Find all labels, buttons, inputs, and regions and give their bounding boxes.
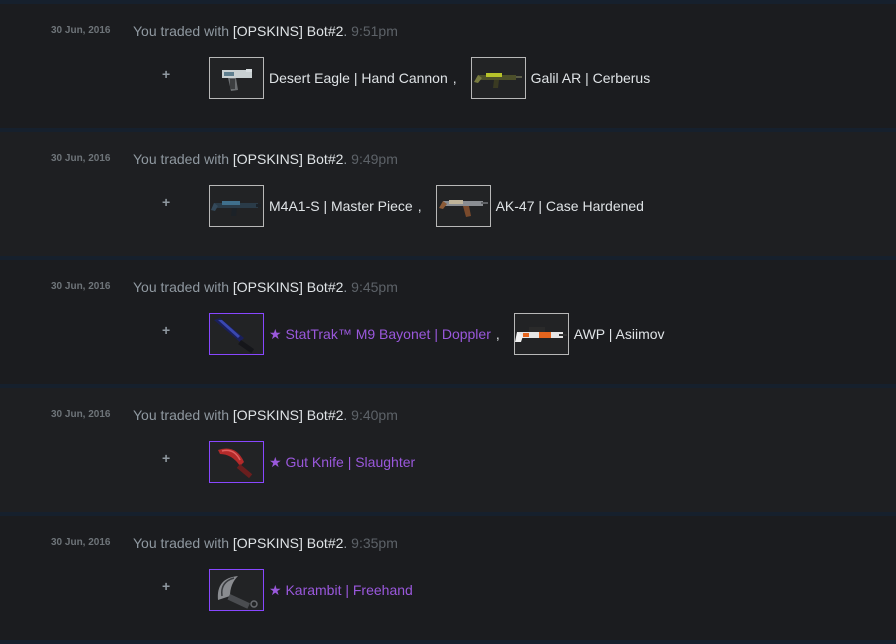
m9-bayonet-icon[interactable]	[209, 313, 264, 355]
trade-headline: You traded with [OPSKINS] Bot#2. 9:45pm	[133, 279, 398, 295]
traded-items: ★ Gut Knife | Slaughter	[209, 441, 429, 483]
traded-items: ★ Karambit | Freehand	[209, 569, 427, 611]
galil-ar-icon[interactable]	[470, 57, 526, 99]
desert-eagle-icon[interactable]	[209, 57, 264, 99]
trade-headline: You traded with [OPSKINS] Bot#2. 9:49pm	[133, 151, 398, 167]
trade-time: 9:51pm	[351, 23, 398, 39]
trade-time: 9:49pm	[351, 151, 398, 167]
trade-prefix: You traded with	[133, 535, 233, 551]
gut-knife-icon[interactable]	[209, 441, 264, 483]
trade-history-list: 30 Jun, 2016 You traded with [OPSKINS] B…	[0, 0, 896, 644]
trade-item[interactable]: Desert Eagle | Hand Cannon,	[209, 57, 457, 99]
traded-items: M4A1-S | Master Piece, AK-47 | Case Hard…	[209, 185, 658, 227]
trade-row: 30 Jun, 2016 You traded with [OPSKINS] B…	[0, 516, 896, 644]
trade-prefix: You traded with	[133, 279, 233, 295]
item-separator: ,	[452, 70, 457, 86]
trade-headline: You traded with [OPSKINS] Bot#2. 9:51pm	[133, 23, 398, 39]
item-separator: ,	[417, 198, 422, 214]
trade-partner-link[interactable]: [OPSKINS] Bot#2	[233, 23, 344, 39]
trade-date: 30 Jun, 2016	[51, 25, 111, 36]
received-plus-sign: +	[162, 578, 171, 594]
trade-prefix: You traded with	[133, 151, 233, 167]
karambit-icon[interactable]	[209, 569, 264, 611]
trade-item[interactable]: AK-47 | Case Hardened	[435, 185, 644, 227]
received-plus-sign: +	[162, 66, 171, 82]
item-name[interactable]: ★ Karambit | Freehand	[269, 582, 413, 599]
item-name[interactable]: Desert Eagle | Hand Cannon	[269, 70, 448, 86]
traded-items: Desert Eagle | Hand Cannon, Galil AR | C…	[209, 57, 664, 99]
received-plus-sign: +	[162, 194, 171, 210]
trade-date: 30 Jun, 2016	[51, 153, 111, 164]
awp-icon[interactable]	[513, 313, 569, 355]
item-separator: ,	[495, 326, 500, 342]
ak-47-icon[interactable]	[435, 185, 491, 227]
trade-row: 30 Jun, 2016 You traded with [OPSKINS] B…	[0, 388, 896, 516]
item-name[interactable]: AK-47 | Case Hardened	[496, 198, 644, 214]
trade-headline: You traded with [OPSKINS] Bot#2. 9:40pm	[133, 407, 398, 423]
item-name[interactable]: ★ Gut Knife | Slaughter	[269, 454, 415, 471]
m4a1-s-icon[interactable]	[209, 185, 264, 227]
trade-item[interactable]: Galil AR | Cerberus	[470, 57, 651, 99]
trade-item[interactable]: AWP | Asiimov	[513, 313, 665, 355]
trade-partner-link[interactable]: [OPSKINS] Bot#2	[233, 535, 344, 551]
item-name[interactable]: ★ StatTrak™ M9 Bayonet | Doppler	[269, 326, 491, 343]
traded-items: ★ StatTrak™ M9 Bayonet | Doppler, AWP | …	[209, 313, 679, 355]
trade-partner-link[interactable]: [OPSKINS] Bot#2	[233, 279, 344, 295]
trade-separator: .	[343, 151, 352, 167]
received-plus-sign: +	[162, 450, 171, 466]
trade-headline: You traded with [OPSKINS] Bot#2. 9:35pm	[133, 535, 398, 551]
trade-date: 30 Jun, 2016	[51, 537, 111, 548]
trade-item[interactable]: ★ Gut Knife | Slaughter	[209, 441, 415, 483]
trade-prefix: You traded with	[133, 407, 233, 423]
trade-separator: .	[343, 407, 352, 423]
trade-separator: .	[343, 535, 352, 551]
trade-item[interactable]: M4A1-S | Master Piece,	[209, 185, 422, 227]
trade-partner-link[interactable]: [OPSKINS] Bot#2	[233, 151, 344, 167]
trade-date: 30 Jun, 2016	[51, 409, 111, 420]
trade-time: 9:35pm	[351, 535, 398, 551]
trade-date: 30 Jun, 2016	[51, 281, 111, 292]
item-name[interactable]: Galil AR | Cerberus	[531, 70, 651, 86]
trade-partner-link[interactable]: [OPSKINS] Bot#2	[233, 407, 344, 423]
item-name[interactable]: AWP | Asiimov	[574, 326, 665, 342]
trade-time: 9:45pm	[351, 279, 398, 295]
trade-item[interactable]: ★ Karambit | Freehand	[209, 569, 413, 611]
trade-prefix: You traded with	[133, 23, 233, 39]
trade-row: 30 Jun, 2016 You traded with [OPSKINS] B…	[0, 4, 896, 132]
trade-separator: .	[343, 279, 352, 295]
trade-row: 30 Jun, 2016 You traded with [OPSKINS] B…	[0, 132, 896, 260]
trade-item[interactable]: ★ StatTrak™ M9 Bayonet | Doppler,	[209, 313, 500, 355]
trade-time: 9:40pm	[351, 407, 398, 423]
received-plus-sign: +	[162, 322, 171, 338]
item-name[interactable]: M4A1-S | Master Piece	[269, 198, 413, 214]
trade-separator: .	[343, 23, 352, 39]
trade-row: 30 Jun, 2016 You traded with [OPSKINS] B…	[0, 260, 896, 388]
